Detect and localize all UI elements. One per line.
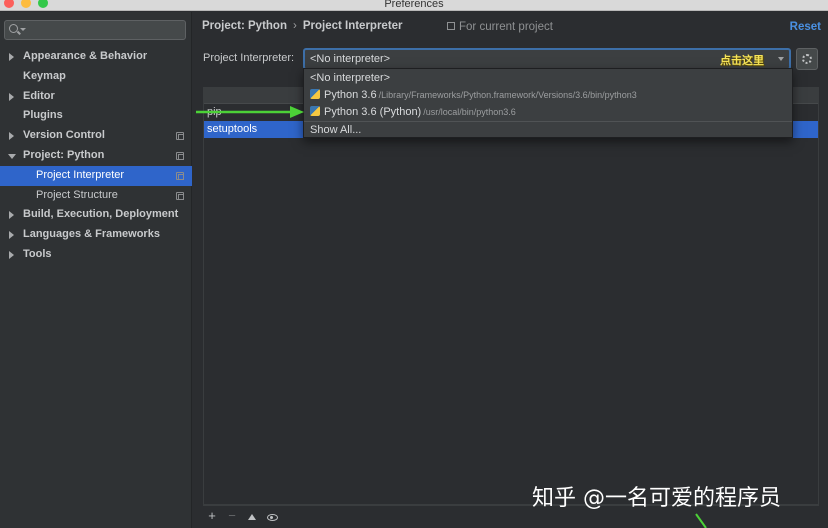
project-interpreter-value: <No interpreter> <box>310 53 391 65</box>
breadcrumb-project: Project: Python <box>202 20 287 32</box>
dropdown-option-label: <No interpreter> <box>310 72 391 84</box>
sidebar-item-label: Project Structure <box>36 188 118 201</box>
sidebar-item-label: Version Control <box>23 129 105 142</box>
breadcrumb-separator: › <box>292 20 297 32</box>
search-icon <box>9 24 18 33</box>
interpreter-dropdown-list: <No interpreter> Python 3.6/Library/Frame… <box>303 68 793 138</box>
collapsed-arrow-icon[interactable] <box>9 53 14 61</box>
sidebar-item-label: Project: Python <box>23 148 105 161</box>
project-interpreter-label: Project Interpreter: <box>203 52 295 64</box>
green-pointer-arrow-icon <box>196 106 304 118</box>
sidebar-item-appearance-behavior[interactable]: Appearance & Behavior <box>0 47 192 67</box>
settings-tree: Appearance & Behavior Keymap Editor Plugins… <box>0 47 192 265</box>
project-scope-icon <box>447 22 455 30</box>
project-level-icon <box>176 151 184 160</box>
window-title: Preferences <box>384 0 444 10</box>
collapsed-arrow-icon[interactable] <box>9 92 14 101</box>
remove-package-button[interactable]: − <box>225 509 239 523</box>
click-here-annotation: 点击这里 <box>720 55 764 67</box>
sidebar-item-keymap[interactable]: Keymap <box>0 67 192 87</box>
interpreter-path: /usr/local/bin/python3.6 <box>423 107 516 117</box>
watermark-text: 知乎 @一名可爱的程序员 <box>532 486 781 511</box>
add-package-button[interactable]: + <box>205 509 219 523</box>
dropdown-option[interactable]: Python 3.6/Library/Frameworks/Python.fra… <box>304 87 792 104</box>
sidebar-item-label: Build, Execution, Deployment <box>23 208 179 221</box>
dropdown-option[interactable]: Show All... <box>304 121 792 138</box>
packages-table: Package pipsetuptools <box>203 87 819 505</box>
project-level-icon <box>176 132 184 141</box>
python-icon <box>310 106 320 116</box>
chevron-down-icon <box>778 57 784 61</box>
show-early-releases-button[interactable] <box>265 509 279 523</box>
settings-sidebar: Appearance & Behavior Keymap Editor Plugins… <box>0 12 192 528</box>
reset-link[interactable]: Reset <box>790 21 821 33</box>
for-current-project-note: For current project <box>447 21 553 33</box>
sidebar-item-label: Editor <box>23 89 55 102</box>
eye-icon <box>266 514 278 521</box>
collapsed-arrow-icon[interactable] <box>9 132 14 141</box>
collapsed-arrow-icon[interactable] <box>9 211 14 220</box>
sidebar-item-project-structure[interactable]: Project Structure <box>0 186 192 206</box>
window-title-bar: Preferences <box>0 0 828 11</box>
package-name-cell: setuptools <box>207 123 258 135</box>
collapsed-arrow-icon[interactable] <box>9 250 14 259</box>
green-stroke-icon <box>695 513 707 528</box>
sidebar-item-label: Languages & Frameworks <box>23 228 160 241</box>
dropdown-option-label: Python 3.6 <box>324 89 377 101</box>
sidebar-item-label: Tools <box>23 247 52 260</box>
interpreter-settings-button[interactable] <box>796 48 818 70</box>
settings-search-field[interactable] <box>4 20 186 40</box>
breadcrumb-page: Project Interpreter <box>302 20 403 32</box>
sidebar-item-languages-frameworks[interactable]: Languages & Frameworks <box>0 225 192 245</box>
sidebar-item-label: Plugins <box>23 109 63 122</box>
sidebar-item-label: Project Interpreter <box>36 168 125 181</box>
expanded-arrow-icon[interactable] <box>8 153 16 159</box>
python-icon <box>310 89 320 99</box>
dropdown-option[interactable]: <No interpreter> <box>304 69 792 87</box>
for-current-project-label: For current project <box>459 21 553 33</box>
sidebar-item-label: Appearance & Behavior <box>23 50 148 62</box>
search-options-chevron-icon[interactable] <box>20 28 26 31</box>
upgrade-package-button[interactable] <box>245 509 259 523</box>
interpreter-path: /Library/Frameworks/Python.framework/Ver… <box>378 90 637 100</box>
sidebar-item-plugins[interactable]: Plugins <box>0 106 192 126</box>
sidebar-item-label: Keymap <box>23 69 66 82</box>
sidebar-item-build-execution-deployment[interactable]: Build, Execution, Deployment <box>0 205 192 225</box>
sidebar-item-tools[interactable]: Tools <box>0 245 192 265</box>
project-level-icon <box>176 191 184 200</box>
sidebar-item-version-control[interactable]: Version Control <box>0 126 192 146</box>
breadcrumb: Project: Python › Project Interpreter <box>202 20 403 32</box>
upgrade-arrow-icon <box>248 514 256 520</box>
project-level-icon <box>176 171 184 180</box>
sidebar-item-project-interpreter[interactable]: Project Interpreter <box>0 165 192 186</box>
sidebar-item-editor[interactable]: Editor <box>0 87 192 107</box>
dropdown-option-label: Python 3.6 (Python) <box>324 106 422 118</box>
project-interpreter-dropdown[interactable]: <No interpreter> <box>303 48 791 70</box>
dropdown-option-label: Show All... <box>310 124 362 136</box>
sidebar-item-project-python[interactable]: Project: Python <box>0 146 192 166</box>
dropdown-option[interactable]: Python 3.6 (Python)/usr/local/bin/python… <box>304 104 792 121</box>
collapsed-arrow-icon[interactable] <box>9 231 14 240</box>
gear-icon <box>802 54 812 64</box>
